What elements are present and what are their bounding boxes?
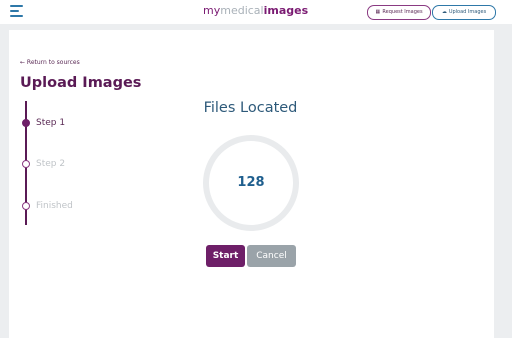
upload-images-button[interactable]: ☁ Upload Images [432, 5, 496, 20]
request-images-button[interactable]: ▦ Request Images [367, 5, 431, 20]
step-2-dot [22, 160, 30, 168]
files-count: 128 [237, 175, 265, 190]
upload-card: ← Return to sources Upload Images Step 1… [9, 30, 494, 338]
top-bar: mymedicalimages ▦ Request Images ☁ Upload … [0, 0, 512, 24]
logo[interactable]: mymedicalimages [203, 3, 308, 19]
page-title: Upload Images [20, 75, 142, 91]
files-located-title: Files Located [203, 100, 298, 116]
return-to-sources-link[interactable]: ← Return to sources [20, 59, 80, 66]
step-finished-label: Finished [36, 201, 73, 211]
logo-my: my [203, 4, 221, 17]
logo-images: images [263, 4, 309, 17]
request-icon: ▦ [375, 9, 381, 15]
start-button[interactable]: Start [206, 245, 245, 267]
upload-images-label: Upload Images [448, 9, 487, 15]
step-1-dot [22, 119, 30, 127]
step-finished-dot [22, 202, 30, 210]
upload-icon: ☁ [441, 9, 447, 15]
logo-medical: medical [220, 4, 264, 17]
step-1-label: Step 1 [36, 118, 66, 128]
request-images-label: Request Images [382, 9, 423, 15]
step-2-label: Step 2 [36, 159, 66, 169]
menu-icon[interactable] [10, 5, 23, 17]
cancel-button[interactable]: Cancel [247, 245, 296, 267]
